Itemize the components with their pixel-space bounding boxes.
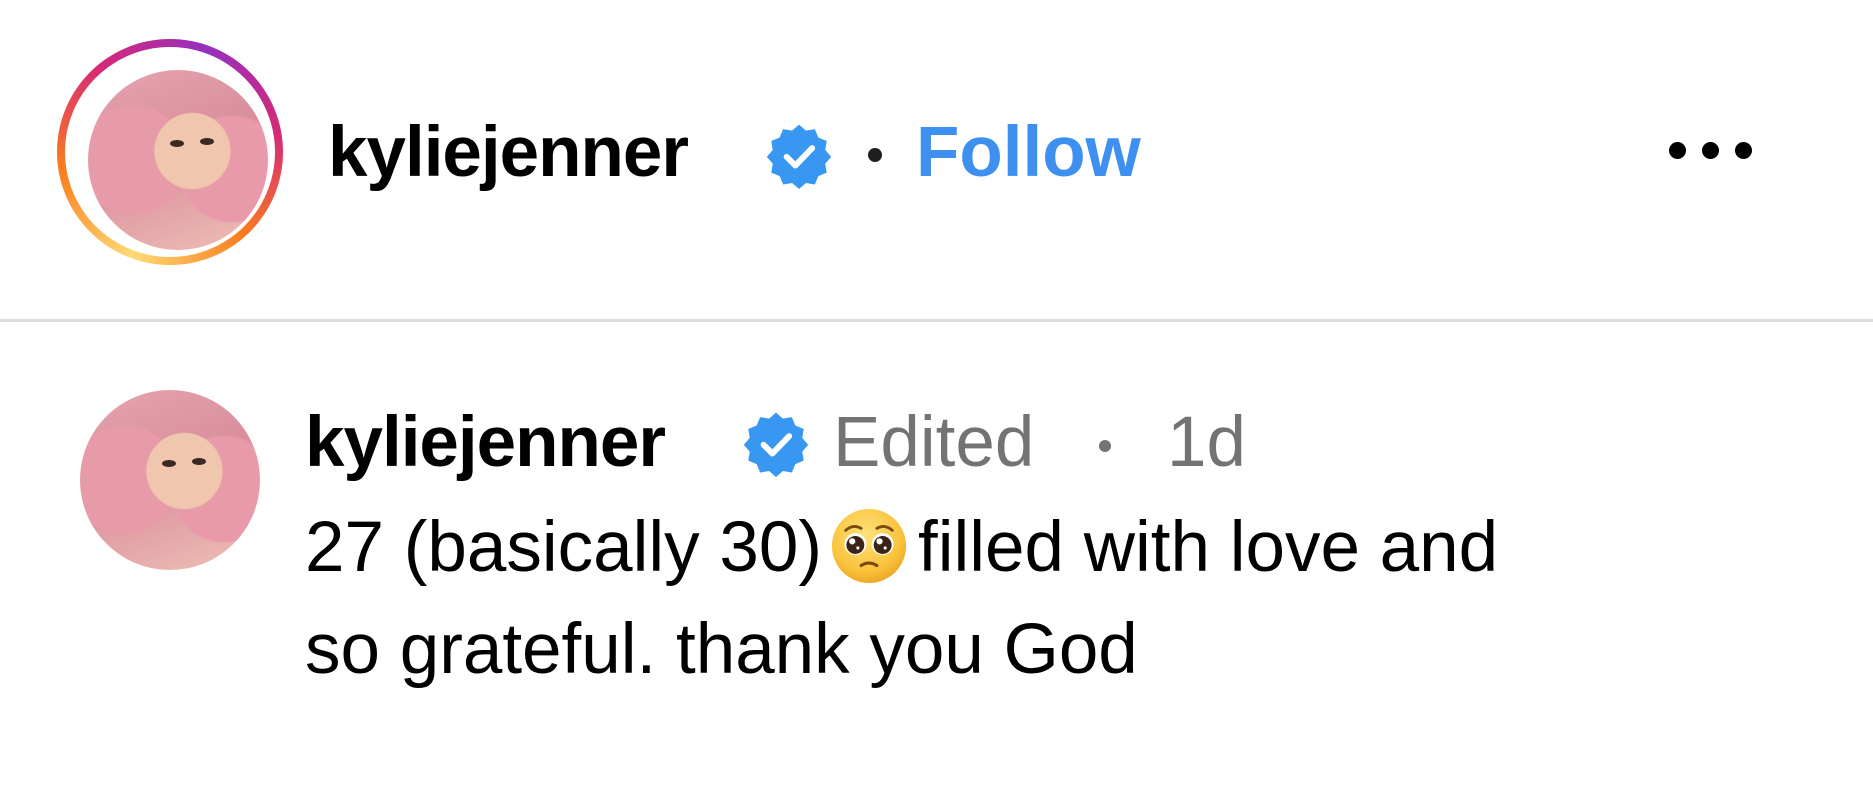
pleading-face-emoji (831, 508, 907, 584)
edited-label[interactable]: Edited (833, 400, 1034, 485)
more-dot (1669, 142, 1686, 159)
comment-username[interactable]: kyliejenner (305, 400, 666, 485)
avatar-eye (200, 138, 214, 145)
timestamp: 1d (1167, 403, 1246, 482)
header-divider (0, 319, 1873, 322)
comment-avatar[interactable] (80, 390, 260, 570)
follow-button[interactable]: Follow (916, 110, 1141, 195)
post-header: kyliejenner Follow (0, 0, 1873, 321)
avatar-eye (162, 460, 176, 467)
caption-line-1: 27 (basically 30) filled with love and (305, 497, 1755, 599)
more-dot (1702, 142, 1719, 159)
caption-line-2: so grateful. thank you God (305, 610, 1138, 689)
profile-avatar (88, 70, 268, 250)
avatar-eye (170, 140, 184, 147)
verified-badge-icon (766, 124, 832, 189)
story-ring-gap (65, 47, 275, 257)
caption-text: filled with love and (917, 508, 1499, 587)
avatar-eye (192, 458, 206, 465)
more-dot (1735, 142, 1752, 159)
comment-caption: 27 (basically 30) filled with love and s… (305, 497, 1755, 701)
story-ring-avatar[interactable] (57, 39, 283, 265)
separator-dot (868, 148, 882, 162)
separator-dot (1099, 440, 1111, 452)
caption-text: 27 (basically 30) (305, 508, 822, 587)
more-options-icon[interactable] (1661, 130, 1761, 172)
header-username[interactable]: kyliejenner (328, 110, 689, 195)
verified-badge-icon (743, 412, 809, 477)
